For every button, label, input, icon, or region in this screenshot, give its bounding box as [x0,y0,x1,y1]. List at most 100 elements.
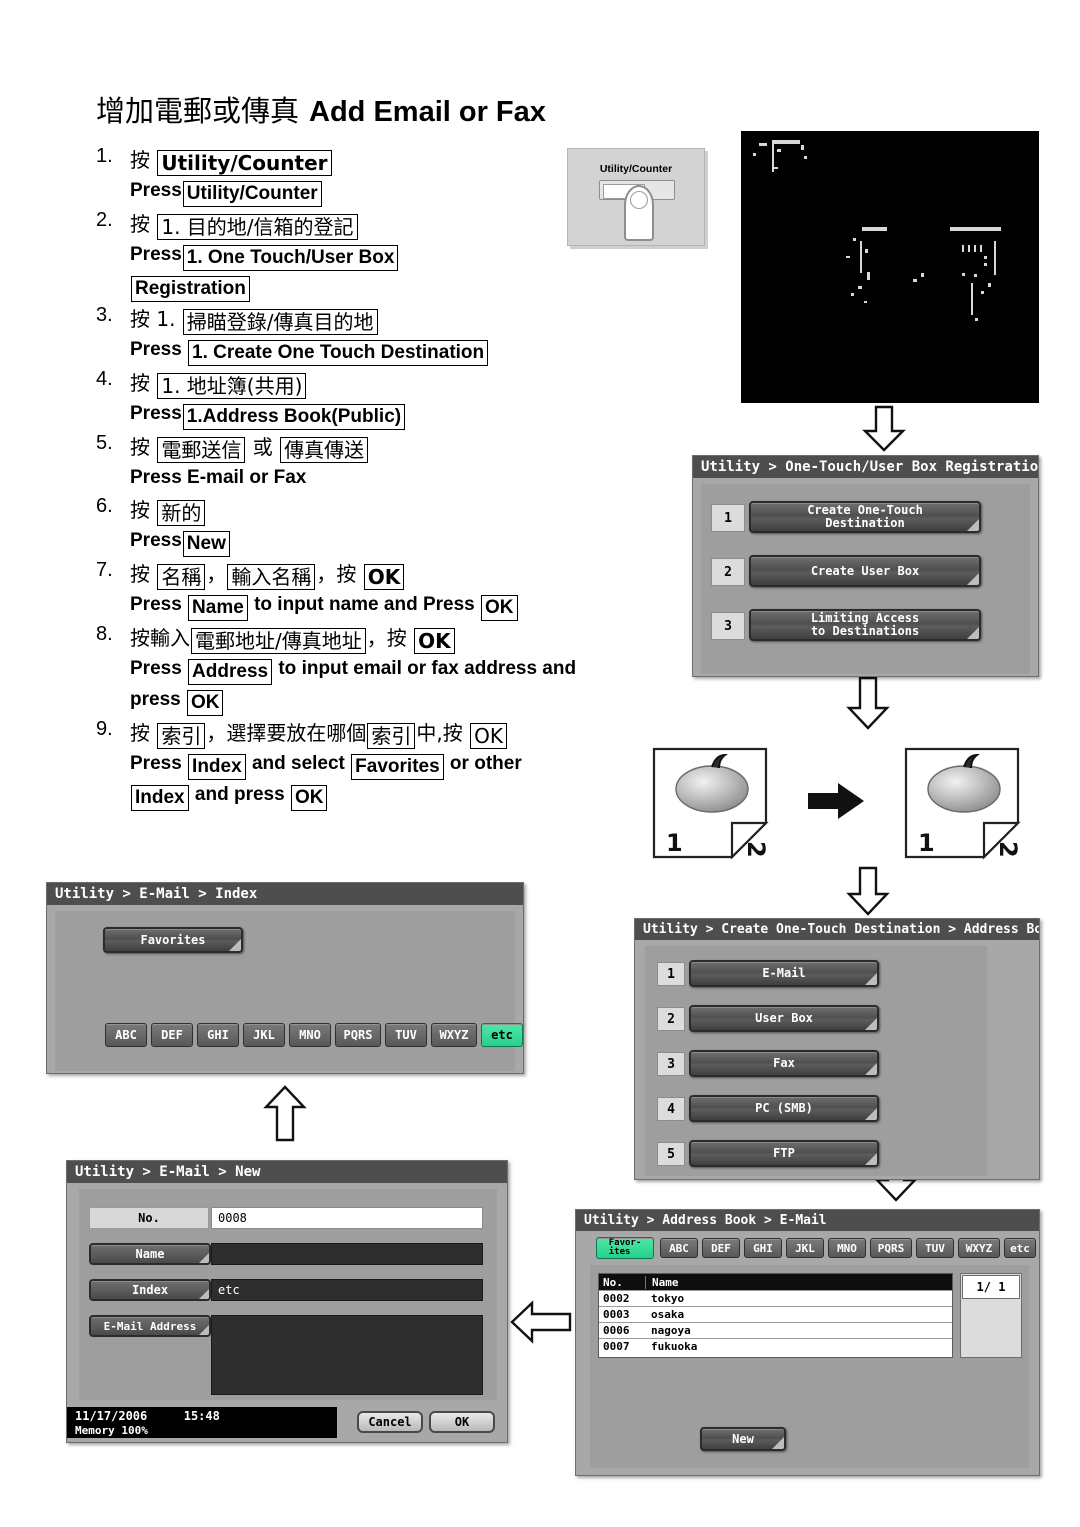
tab-label: DEF [161,1028,183,1042]
tab-abc[interactable]: ABC [660,1238,698,1258]
button-label: PC (SMB) [755,1101,813,1116]
tab-wxyz[interactable]: WXYZ [958,1238,1000,1258]
item-number-4: 4 [657,1097,685,1121]
tab-label: GHI [207,1028,229,1042]
ui-key-reference: 名稱 [157,564,206,590]
cell-name: nagoya [651,1324,691,1337]
step-line: 按 電郵送信 或 傳真傳送 [130,432,656,463]
field-button-index[interactable]: Index [89,1279,211,1301]
step-line: 按輸入 電郵地址/傳真地址 ，按 OK [130,623,656,654]
ui-key-reference: 電郵地址/傳真地址 [191,628,366,654]
ui-key-reference: Address [188,659,273,685]
tab-label: TUV [925,1241,945,1255]
ui-key-reference: Index [131,785,189,811]
button-pc-smb[interactable]: PC (SMB) [689,1095,879,1122]
step-line: Press 1.Address Book(Public) [130,399,656,430]
tab-label: GHI [753,1241,773,1255]
index-tab-etc[interactable]: etc [481,1023,523,1047]
button-favorites[interactable]: Favorites [103,927,243,953]
step-line: Press New [130,526,656,557]
tab-ghi[interactable]: GHI [744,1238,782,1258]
table-row[interactable]: 0006 nagoya [599,1322,952,1338]
button-user-box[interactable]: User Box [689,1005,879,1032]
button-label: OK [454,1415,470,1429]
step-text: 中,按 [416,721,470,745]
step-text: Press [130,594,188,615]
step-line: Press Index and select Favorites or othe… [130,749,656,780]
step-text: Press [130,530,182,551]
svg-text:1: 1 [918,829,935,857]
tab-def[interactable]: DEF [702,1238,740,1258]
button-ftp[interactable]: FTP [689,1140,879,1167]
screen-email-new: Utility > E-Mail > New No. 0008 Name Ind… [66,1160,508,1443]
button-new[interactable]: New [700,1427,786,1451]
ok-button[interactable]: OK [429,1411,495,1433]
step-line: Index and press OK [130,780,656,811]
page-title-zh: 增加電郵或傳真 [96,94,300,128]
tab-etc[interactable]: etc [1004,1238,1036,1258]
flow-arrow-left [510,1300,572,1344]
instruction-step: 9. 按 索引 ，選擇要放在哪個 索引 中,按 OK Press Index and se… [96,718,656,811]
field-value-no: 0008 [211,1207,483,1229]
index-tab-mno[interactable]: MNO [289,1023,331,1047]
control-panel-photo [741,131,1039,403]
button-create-user-box[interactable]: Create User Box [749,555,981,587]
utility-counter-key-illustration: Utility/Counter [567,148,705,246]
field-value-index[interactable]: etc [211,1279,483,1301]
step-text: 按 [130,498,157,522]
ui-key-reference: 掃瞄登錄/傳真目的地 [182,309,378,335]
step-text: and press [189,784,290,805]
step-text: 按 [130,721,157,745]
cell-no: 0002 [603,1292,630,1305]
ui-key-reference: Utility/Counter [157,150,332,176]
step-line: Press Name to input name and Press OK [130,590,656,621]
button-limiting-access-to-destinations[interactable]: Limiting Access to Destinations [749,609,981,641]
tab-label: MNO [299,1028,321,1042]
ui-key-reference: 索引 [367,723,416,749]
step-text: ，按 [366,626,414,650]
column-header-name: Name [645,1275,952,1289]
screen-one-touch-registration: Utility > One-Touch/User Box Registratio… [692,455,1039,677]
index-tab-def[interactable]: DEF [151,1023,193,1047]
index-tab-wxyz[interactable]: WXYZ [431,1023,477,1047]
index-tab-jkl[interactable]: JKL [243,1023,285,1047]
step-line: Press E-mail or Fax [130,463,656,493]
button-fax[interactable]: Fax [689,1050,879,1077]
tab-pqrs[interactable]: PQRS [870,1238,912,1258]
field-button-email-address[interactable]: E-Mail Address [89,1315,211,1337]
tab-favorites[interactable]: Favor- ites [596,1237,654,1259]
step-text: Press E-mail or Fax [130,467,307,488]
table-row[interactable]: 0003 osaka [599,1306,952,1322]
item-number-5: 5 [657,1142,685,1166]
cancel-button[interactable]: Cancel [357,1411,423,1433]
index-tab-ghi[interactable]: GHI [197,1023,239,1047]
step-text: Press [130,339,188,360]
flow-arrow-down-3 [846,866,890,918]
button-label: Fax [773,1056,795,1071]
button-label: Favorites [140,932,206,947]
index-tab-tuv[interactable]: TUV [385,1023,427,1047]
button-email[interactable]: E-Mail [689,960,879,987]
index-tab-abc[interactable]: ABC [105,1023,147,1047]
flow-arrow-down-1 [862,405,906,453]
ui-key-reference: 索引 [157,723,206,749]
step-text: 按 [130,562,157,586]
page-title: 增加電郵或傳真 Add Email or Fax [96,88,546,130]
field-value-name[interactable] [211,1243,483,1265]
tab-tuv[interactable]: TUV [916,1238,954,1258]
tab-label: Favor- ites [608,1238,642,1257]
tab-jkl[interactable]: JKL [786,1238,824,1258]
step-text: Press [130,244,182,265]
tab-mno[interactable]: MNO [828,1238,866,1258]
table-row[interactable]: 0007 fukuoka [599,1338,952,1354]
step-text: Press [130,403,182,424]
button-create-one-touch-destination[interactable]: Create One-Touch Destination [749,501,981,533]
tab-label: JKL [795,1241,815,1255]
ui-key-reference: 新的 [157,500,206,526]
field-value-email-address[interactable] [211,1315,483,1395]
tab-label: DEF [711,1241,731,1255]
field-button-name[interactable]: Name [89,1243,211,1265]
table-row[interactable]: 0002 tokyo [599,1290,952,1306]
tab-label: TUV [395,1028,417,1042]
index-tab-pqrs[interactable]: PQRS [335,1023,381,1047]
